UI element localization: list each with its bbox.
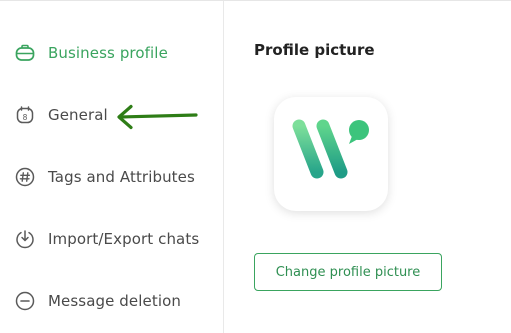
change-profile-picture-button[interactable]: Change profile picture — [254, 253, 442, 291]
wati-logo-icon — [289, 116, 373, 192]
hashtag-icon — [14, 166, 36, 188]
sidebar-item-business-profile[interactable]: Business profile — [14, 39, 168, 67]
sidebar-item-label: General — [48, 106, 108, 124]
calendar-icon: 8 — [14, 104, 36, 126]
minus-circle-icon — [14, 290, 36, 312]
settings-page: Business profile 8 General Tags and Attr… — [0, 0, 511, 333]
import-export-icon — [14, 228, 36, 250]
sidebar-item-label: Tags and Attributes — [48, 168, 195, 186]
sidebar-item-label: Message deletion — [48, 292, 181, 310]
profile-panel: Profile picture Change profile picture — [224, 1, 511, 333]
sidebar-item-label: Import/Export chats — [48, 230, 200, 248]
sidebar-item-tags-and-attributes[interactable]: Tags and Attributes — [14, 163, 195, 191]
svg-text:8: 8 — [23, 113, 28, 122]
section-title: Profile picture — [254, 41, 375, 59]
briefcase-icon — [14, 42, 36, 64]
sidebar-item-general[interactable]: 8 General — [14, 101, 108, 129]
profile-picture — [274, 97, 388, 211]
arrow-left-icon — [112, 103, 200, 135]
sidebar-item-import-export-chats[interactable]: Import/Export chats — [14, 225, 199, 253]
settings-sidebar: Business profile 8 General Tags and Attr… — [0, 1, 224, 333]
sidebar-item-message-deletion[interactable]: Message deletion — [14, 287, 181, 315]
sidebar-item-label: Business profile — [48, 44, 168, 62]
